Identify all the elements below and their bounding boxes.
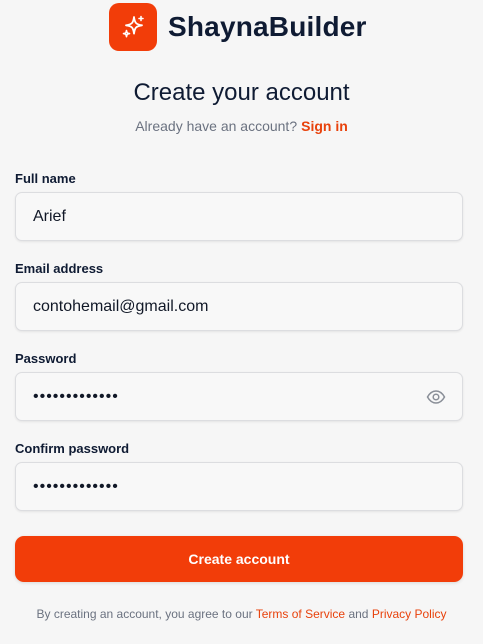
signup-page: ShaynaBuilder Create your account Alread…	[0, 0, 483, 644]
signin-prompt-text: Already have an account?	[135, 118, 298, 134]
terms-prefix: By creating an account, you agree to our	[36, 607, 253, 621]
signin-link[interactable]: Sign in	[301, 118, 348, 134]
confirm-password-label: Confirm password	[15, 441, 130, 456]
page-title: Create your account	[133, 79, 350, 106]
password-input[interactable]	[33, 387, 413, 406]
password-label: Password	[15, 351, 77, 366]
terms-notice: By creating an account, you agree to our…	[0, 607, 483, 621]
email-field[interactable]	[15, 282, 463, 331]
sparkles-icon	[109, 3, 157, 51]
signin-prompt: Already have an account? Sign in	[0, 118, 483, 134]
privacy-policy-link[interactable]: Privacy Policy	[372, 607, 447, 621]
confirm-password-field[interactable]	[15, 462, 463, 511]
full-name-input[interactable]	[33, 207, 413, 226]
full-name-field[interactable]	[15, 192, 463, 241]
email-label: Email address	[15, 261, 104, 276]
brand-name: ShaynaBuilder	[168, 11, 367, 42]
eye-icon[interactable]	[426, 388, 446, 406]
full-name-label: Full name	[15, 171, 76, 186]
confirm-password-input[interactable]	[33, 477, 413, 496]
terms-of-service-link[interactable]: Terms of Service	[256, 607, 345, 621]
brand: ShaynaBuilder	[109, 2, 367, 52]
password-field[interactable]	[15, 372, 463, 421]
terms-and: and	[348, 607, 369, 621]
email-input[interactable]	[33, 297, 413, 316]
create-account-button[interactable]: Create account	[15, 536, 463, 582]
